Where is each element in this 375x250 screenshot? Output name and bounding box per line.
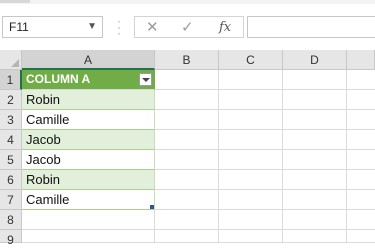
- column-header-d[interactable]: D: [283, 50, 347, 70]
- cell-b4[interactable]: [155, 130, 219, 150]
- cell-c3[interactable]: [219, 110, 283, 130]
- cell-d2[interactable]: [283, 90, 347, 110]
- cell-e4[interactable]: [347, 130, 375, 150]
- name-box[interactable]: F11 ▼: [2, 16, 103, 38]
- row-header-1[interactable]: 1: [0, 70, 22, 90]
- cell-c4[interactable]: [219, 130, 283, 150]
- table-row[interactable]: Jacob: [22, 150, 155, 170]
- table-row[interactable]: Camille: [22, 110, 155, 130]
- chevron-down-icon[interactable]: ▼: [87, 21, 97, 32]
- formula-bar-area: F11 ▼ · · · ✕ ✓ fx: [0, 4, 375, 50]
- column-header-c[interactable]: C: [219, 50, 283, 70]
- cell-c9[interactable]: [219, 230, 283, 243]
- cell-d8[interactable]: [283, 210, 347, 230]
- table-resize-handle[interactable]: [150, 205, 154, 209]
- column-header-b[interactable]: B: [155, 50, 219, 70]
- chevron-down-icon: [142, 78, 150, 82]
- checkmark-icon[interactable]: ✓: [181, 18, 194, 36]
- select-all-corner[interactable]: [0, 50, 22, 70]
- table-header-label: COLUMN A: [26, 72, 91, 86]
- drag-handle-icon[interactable]: · · ·: [117, 15, 121, 39]
- cell-d6[interactable]: [283, 170, 347, 190]
- cell-a8[interactable]: [22, 210, 155, 230]
- cell-e6[interactable]: [347, 170, 375, 190]
- cell-c1[interactable]: [219, 70, 283, 90]
- cell-e7[interactable]: [347, 190, 375, 210]
- cell-c5[interactable]: [219, 150, 283, 170]
- cell-d9[interactable]: [283, 230, 347, 243]
- cell-e8[interactable]: [347, 210, 375, 230]
- row-header-4[interactable]: 4: [0, 130, 22, 150]
- formula-input[interactable]: [247, 16, 375, 38]
- table-row[interactable]: Robin: [22, 170, 155, 190]
- row-header-6[interactable]: 6: [0, 170, 22, 190]
- cell-d3[interactable]: [283, 110, 347, 130]
- cell-b7[interactable]: [155, 190, 219, 210]
- fx-icon[interactable]: fx: [219, 20, 231, 35]
- cell-b8[interactable]: [155, 210, 219, 230]
- table-row[interactable]: Jacob: [22, 130, 155, 150]
- row-header-7[interactable]: 7: [0, 190, 22, 210]
- cell-b6[interactable]: [155, 170, 219, 190]
- formula-tools: ✕ ✓ fx: [134, 16, 244, 38]
- cancel-x-icon[interactable]: ✕: [146, 18, 159, 36]
- cell-b9[interactable]: [155, 230, 219, 243]
- cell-c8[interactable]: [219, 210, 283, 230]
- cell-e5[interactable]: [347, 150, 375, 170]
- name-box-value: F11: [9, 20, 29, 34]
- ribbon-edge-tab: [0, 0, 30, 3]
- select-all-triangle-icon: [11, 59, 19, 67]
- column-header-a[interactable]: A: [22, 50, 155, 70]
- cell-e3[interactable]: [347, 110, 375, 130]
- cell-a9[interactable]: [22, 230, 155, 243]
- column-header-e[interactable]: [347, 50, 375, 70]
- filter-dropdown-button[interactable]: [139, 73, 152, 86]
- cell-d4[interactable]: [283, 130, 347, 150]
- cell-d5[interactable]: [283, 150, 347, 170]
- row-header-3[interactable]: 3: [0, 110, 22, 130]
- row-header-9[interactable]: 9: [0, 230, 22, 247]
- cell-d7[interactable]: [283, 190, 347, 210]
- spreadsheet-grid: A B C D 1 2 3 4 5 6 7 8 9 COLUMN A Robin…: [0, 50, 375, 247]
- cell-c6[interactable]: [219, 170, 283, 190]
- cell-e2[interactable]: [347, 90, 375, 110]
- cell-b3[interactable]: [155, 110, 219, 130]
- cell-b2[interactable]: [155, 90, 219, 110]
- row-header-2[interactable]: 2: [0, 90, 22, 110]
- cell-e1[interactable]: [347, 70, 375, 90]
- row-header-8[interactable]: 8: [0, 210, 22, 230]
- cell-b1[interactable]: [155, 70, 219, 90]
- row-header-5[interactable]: 5: [0, 150, 22, 170]
- cell-e9[interactable]: [347, 230, 375, 243]
- cell-c7[interactable]: [219, 190, 283, 210]
- table-row[interactable]: Camille: [22, 190, 155, 210]
- table-row[interactable]: Robin: [22, 90, 155, 110]
- cell-b5[interactable]: [155, 150, 219, 170]
- cell-d1[interactable]: [283, 70, 347, 90]
- cell-c2[interactable]: [219, 90, 283, 110]
- table-header-cell[interactable]: COLUMN A: [22, 70, 155, 90]
